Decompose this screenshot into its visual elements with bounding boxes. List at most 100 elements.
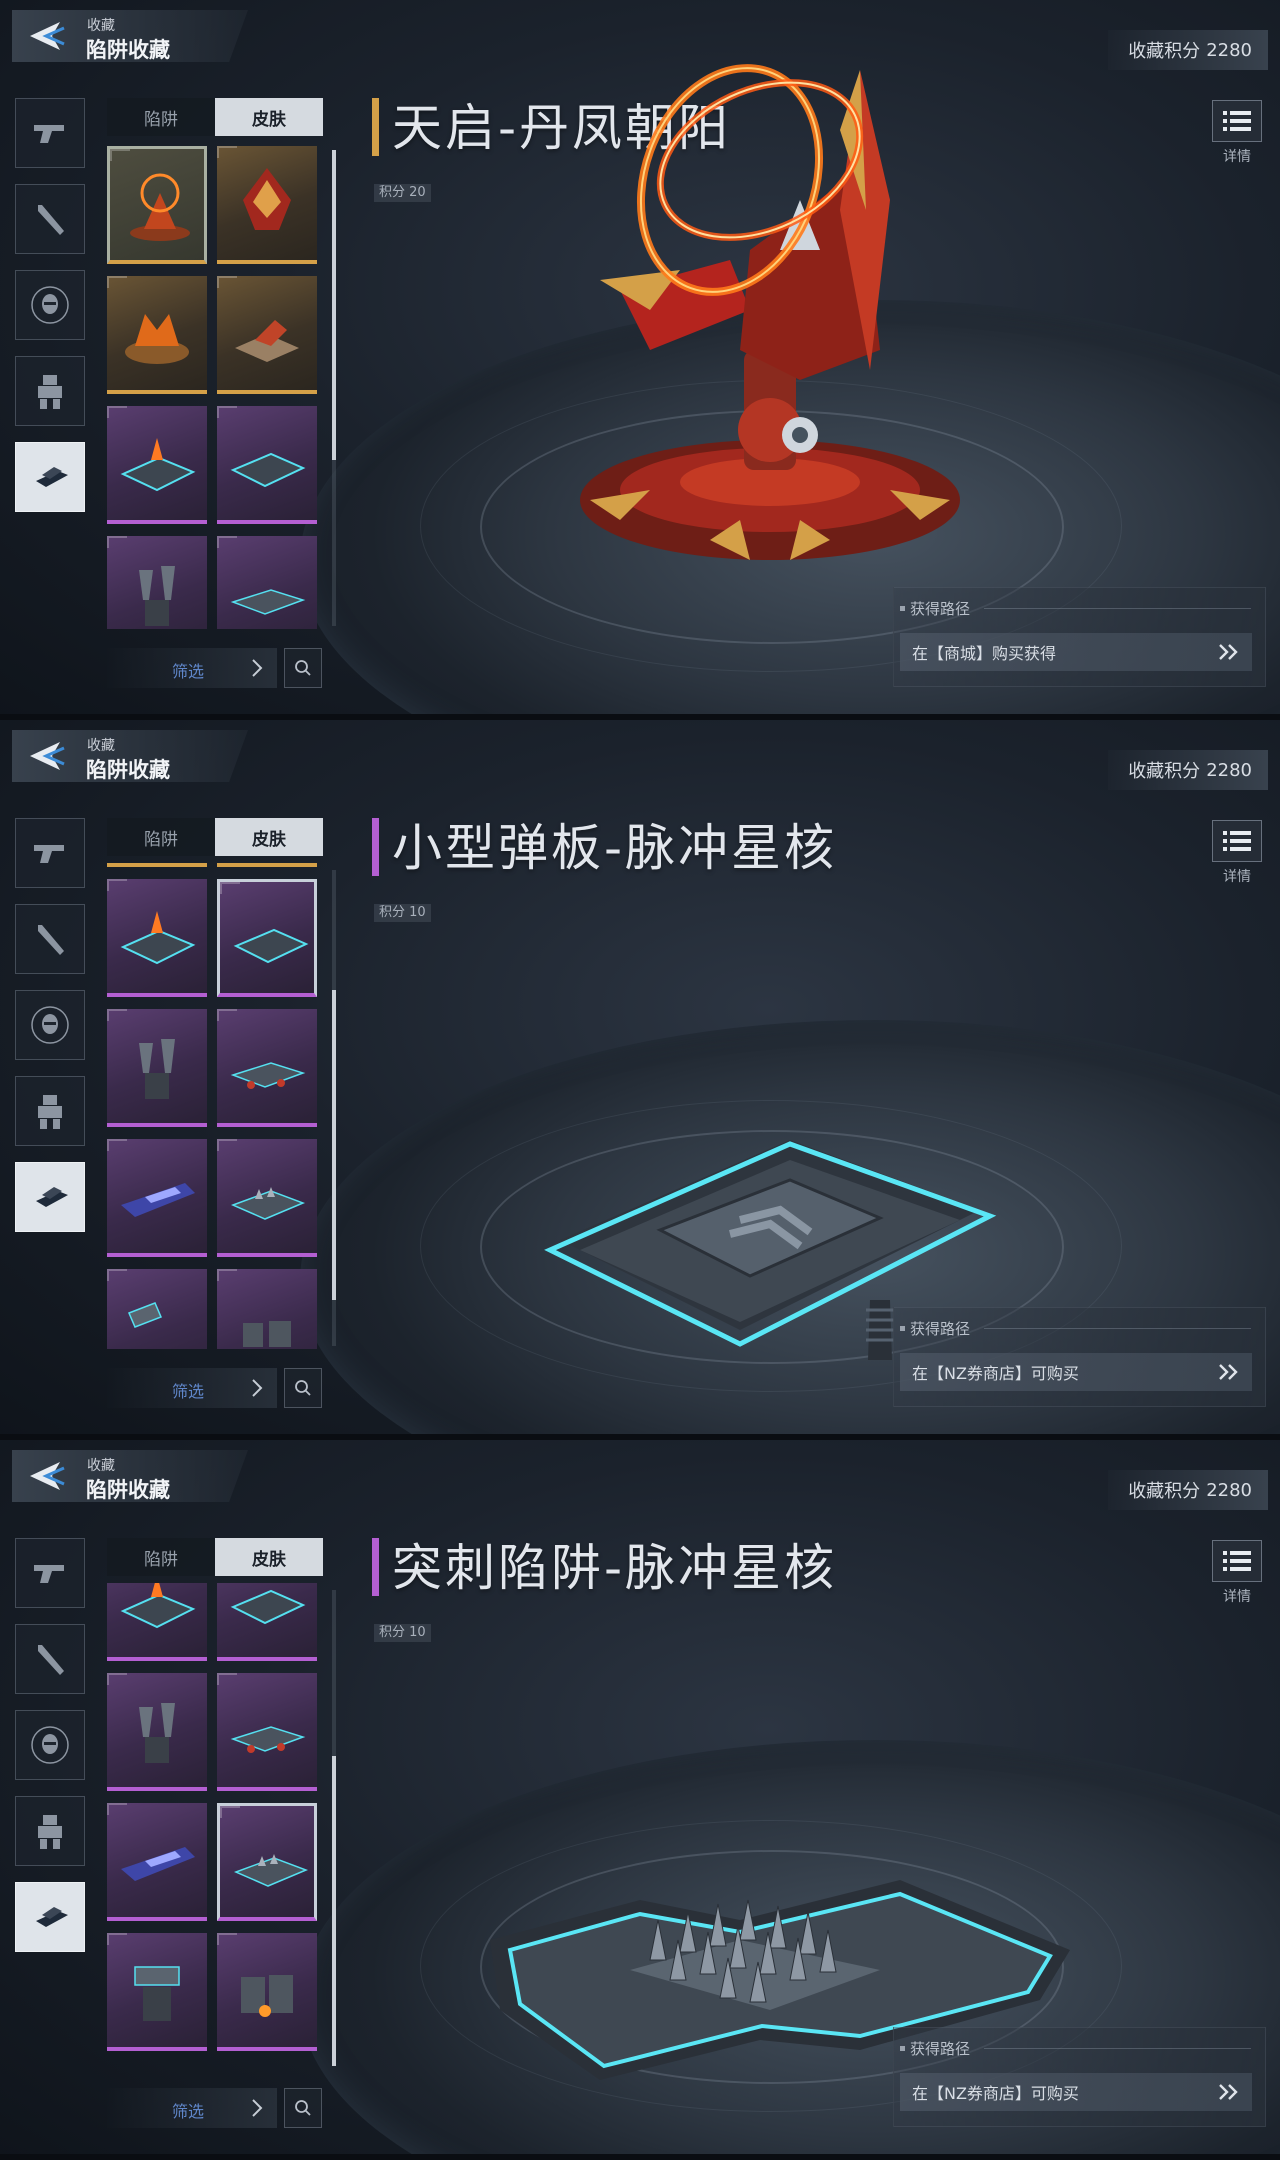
- skin-slot[interactable]: [107, 879, 207, 997]
- trap-skin-icon: [130, 173, 190, 241]
- skin-slot[interactable]: [107, 1269, 207, 1349]
- category-gun[interactable]: [15, 818, 85, 888]
- category-character[interactable]: [15, 270, 85, 340]
- trap-skin-icon: [121, 1183, 195, 1217]
- list-icon: [1223, 111, 1251, 131]
- skin-slot[interactable]: [217, 863, 317, 867]
- acquisition-panel: 获得路径 在【NZ券商店】可购买: [893, 2027, 1266, 2127]
- scrollbar-thumb[interactable]: [332, 1756, 336, 2066]
- search-button[interactable]: [284, 1368, 322, 1408]
- chevron-right-icon: [252, 659, 263, 677]
- mech-suit-icon: [38, 1815, 62, 1849]
- skin-slot[interactable]: [107, 1933, 207, 2051]
- category-character[interactable]: [15, 1710, 85, 1780]
- skin-slot[interactable]: [107, 1583, 207, 1661]
- category-trap[interactable]: [15, 1882, 85, 1952]
- acquisition-link[interactable]: 在【商城】购买获得: [900, 633, 1252, 671]
- filter-label: 筛选: [172, 1382, 205, 1401]
- tab-trap[interactable]: 陷阱: [107, 818, 215, 856]
- filter-button[interactable]: 筛选: [107, 2088, 277, 2128]
- skin-slot[interactable]: [217, 276, 317, 394]
- skin-slot[interactable]: [217, 1269, 317, 1349]
- category-melee[interactable]: [15, 1624, 85, 1694]
- grid-scrollbar[interactable]: [332, 870, 336, 1346]
- category-character[interactable]: [15, 990, 85, 1060]
- category-mech[interactable]: [15, 356, 85, 426]
- character-head-icon: [31, 1726, 69, 1764]
- acquisition-link[interactable]: 在【NZ券商店】可购买: [900, 1353, 1252, 1391]
- trap-skin-icon: [139, 566, 175, 626]
- category-trap[interactable]: [15, 1162, 85, 1232]
- trap-skin-icon: [230, 452, 306, 488]
- skin-slot[interactable]: [217, 1673, 317, 1791]
- category-gun[interactable]: [15, 98, 85, 168]
- acquisition-link[interactable]: 在【NZ券商店】可购买: [900, 2073, 1252, 2111]
- chevron-right-icon: [252, 2099, 263, 2117]
- double-chevron-right-icon: [1219, 1364, 1238, 1380]
- score-label: 收藏积分: [1128, 761, 1201, 782]
- category-melee[interactable]: [15, 184, 85, 254]
- melee-weapon-icon: [38, 205, 64, 235]
- skin-slot[interactable]: [107, 276, 207, 394]
- back-arrow-icon[interactable]: [24, 740, 66, 772]
- detail-button[interactable]: 详情: [1210, 100, 1264, 166]
- detail-button[interactable]: 详情: [1210, 1540, 1264, 1606]
- skin-slot[interactable]: [107, 406, 207, 524]
- gun-icon: [34, 1565, 64, 1583]
- mech-suit-icon: [38, 1095, 62, 1129]
- skin-grid: [107, 143, 323, 629]
- skin-slot[interactable]: [107, 536, 207, 629]
- skin-slot[interactable]: [217, 1139, 317, 1257]
- rarity-bar: [372, 818, 379, 876]
- back-arrow-icon[interactable]: [24, 1460, 66, 1492]
- skin-slot[interactable]: [217, 406, 317, 524]
- detail-button[interactable]: 详情: [1210, 820, 1264, 886]
- scrollbar-thumb[interactable]: [332, 990, 336, 1300]
- skin-slot[interactable]: [217, 536, 317, 629]
- skin-slot[interactable]: [217, 146, 317, 264]
- skin-slot[interactable]: [217, 1933, 317, 2051]
- acquisition-panel: 获得路径 在【商城】购买获得: [893, 587, 1266, 687]
- category-mech[interactable]: [15, 1796, 85, 1866]
- skin-slot[interactable]: [107, 1009, 207, 1127]
- skin-slot[interactable]: [107, 1673, 207, 1791]
- back-arrow-icon[interactable]: [24, 20, 66, 52]
- skin-slot[interactable]: [217, 1583, 317, 1661]
- tab-skin[interactable]: 皮肤: [215, 818, 323, 856]
- search-button[interactable]: [284, 648, 322, 688]
- skin-slot[interactable]: [217, 1009, 317, 1127]
- skin-slot[interactable]: [217, 1803, 317, 1921]
- melee-weapon-icon: [38, 925, 64, 955]
- search-button[interactable]: [284, 2088, 322, 2128]
- skin-slot[interactable]: [107, 863, 207, 867]
- grid-scrollbar[interactable]: [332, 1590, 336, 2066]
- tab-trap[interactable]: 陷阱: [107, 98, 215, 136]
- scrollbar-thumb[interactable]: [332, 150, 336, 460]
- trap-skin-icon: [139, 1039, 175, 1099]
- double-chevron-right-icon: [1219, 644, 1238, 660]
- trap-skin-icon: [241, 1975, 293, 2017]
- filter-label: 筛选: [172, 2102, 205, 2121]
- skin-slot[interactable]: [107, 1139, 207, 1257]
- category-tabs: 陷阱 皮肤: [107, 1538, 323, 1576]
- trap-icon: [36, 1187, 68, 1207]
- skin-slot[interactable]: [107, 1803, 207, 1921]
- skin-slot[interactable]: [107, 146, 207, 264]
- tab-skin[interactable]: 皮肤: [215, 1538, 323, 1576]
- category-melee[interactable]: [15, 904, 85, 974]
- double-chevron-right-icon: [1219, 2084, 1238, 2100]
- skin-slot[interactable]: [217, 879, 317, 997]
- filter-button[interactable]: 筛选: [107, 1368, 277, 1408]
- item-points: 积分 10: [374, 904, 431, 922]
- category-tabs: 陷阱 皮肤: [107, 98, 323, 136]
- filter-button[interactable]: 筛选: [107, 648, 277, 688]
- search-icon: [295, 660, 311, 676]
- grid-scrollbar[interactable]: [332, 150, 336, 626]
- tab-trap[interactable]: 陷阱: [107, 1538, 215, 1576]
- category-gun[interactable]: [15, 1538, 85, 1608]
- mech-suit-icon: [38, 375, 62, 409]
- chevron-right-icon: [252, 1379, 263, 1397]
- tab-skin[interactable]: 皮肤: [215, 98, 323, 136]
- category-trap[interactable]: [15, 442, 85, 512]
- category-mech[interactable]: [15, 1076, 85, 1146]
